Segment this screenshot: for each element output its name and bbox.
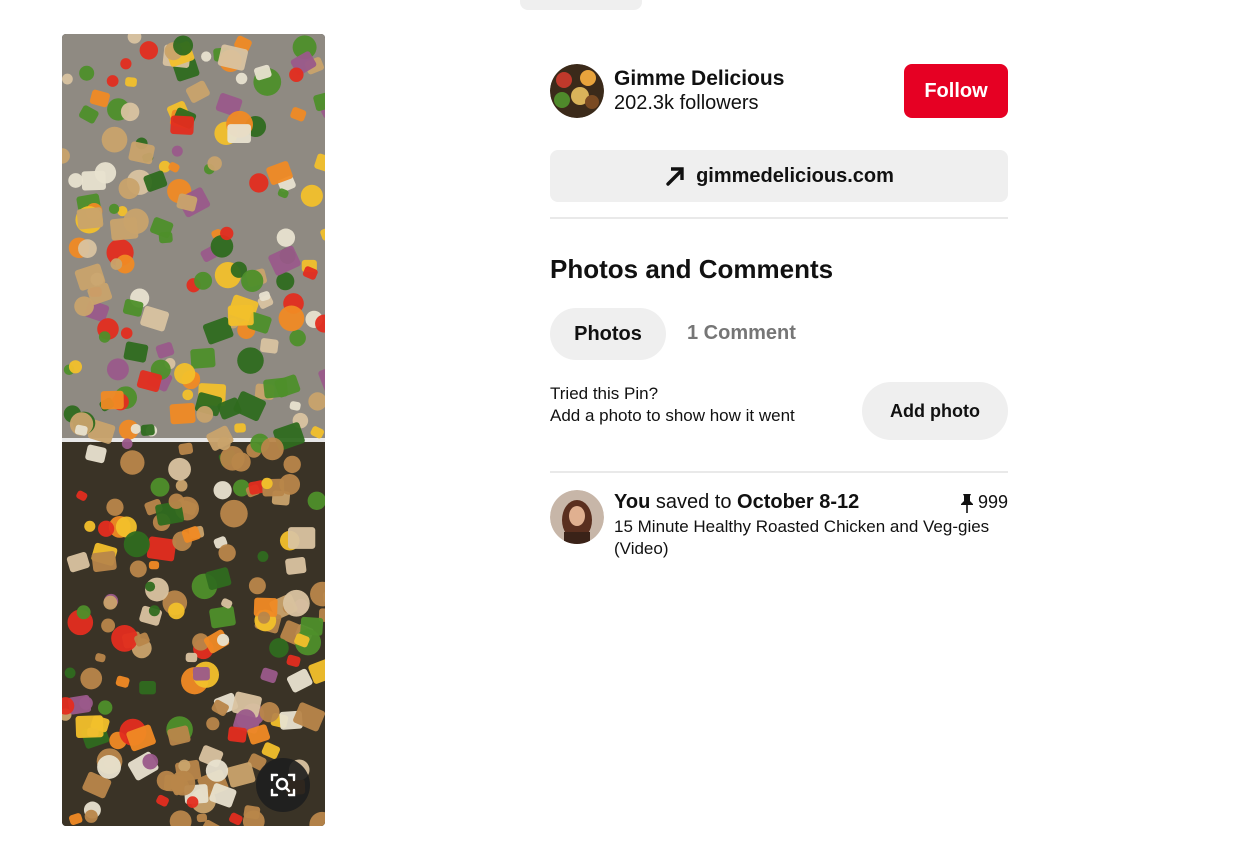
saved-user[interactable]: You (614, 491, 650, 513)
creator-name[interactable]: Gimme Delicious (614, 67, 784, 91)
divider (550, 217, 1008, 219)
visual-search-icon (270, 773, 296, 797)
creator-followers: 202.3k followers (614, 92, 759, 114)
saved-verb: saved to (655, 491, 732, 513)
tab-photos[interactable]: Photos (550, 308, 666, 360)
saved-pin-title: 15 Minute Healthy Roasted Chicken and Ve… (614, 517, 990, 558)
food-photo-illustration (62, 34, 325, 826)
saved-summary: You saved to October 8-12 (614, 491, 859, 514)
divider (550, 471, 1008, 473)
user-avatar[interactable] (550, 490, 604, 544)
visual-search-button[interactable] (256, 758, 310, 812)
tried-subtext: Add a photo to show how it went (550, 406, 795, 425)
section-title: Photos and Comments (550, 254, 834, 284)
saved-board[interactable]: October 8-12 (737, 491, 859, 513)
pin-count-value: 999 (977, 492, 1008, 512)
add-photo-button[interactable]: Add photo (862, 382, 1008, 440)
pin-count: 999 (960, 492, 1008, 513)
creator-row: Gimme Delicious 202.3k followers Follow (550, 64, 1008, 118)
arrow-up-right-icon (666, 167, 684, 186)
website-link-text: gimmedelicious.com (696, 164, 894, 187)
pin-image[interactable] (62, 34, 325, 826)
top-tab-fragment[interactable] (520, 0, 642, 10)
follow-button[interactable]: Follow (904, 64, 1008, 118)
pushpin-icon (960, 493, 973, 513)
website-link-button[interactable]: gimmedelicious.com (550, 150, 1008, 202)
tried-prompt: Tried this Pin? (550, 384, 659, 403)
creator-avatar[interactable] (550, 64, 604, 118)
tab-comments[interactable]: 1 Comment (687, 322, 796, 345)
